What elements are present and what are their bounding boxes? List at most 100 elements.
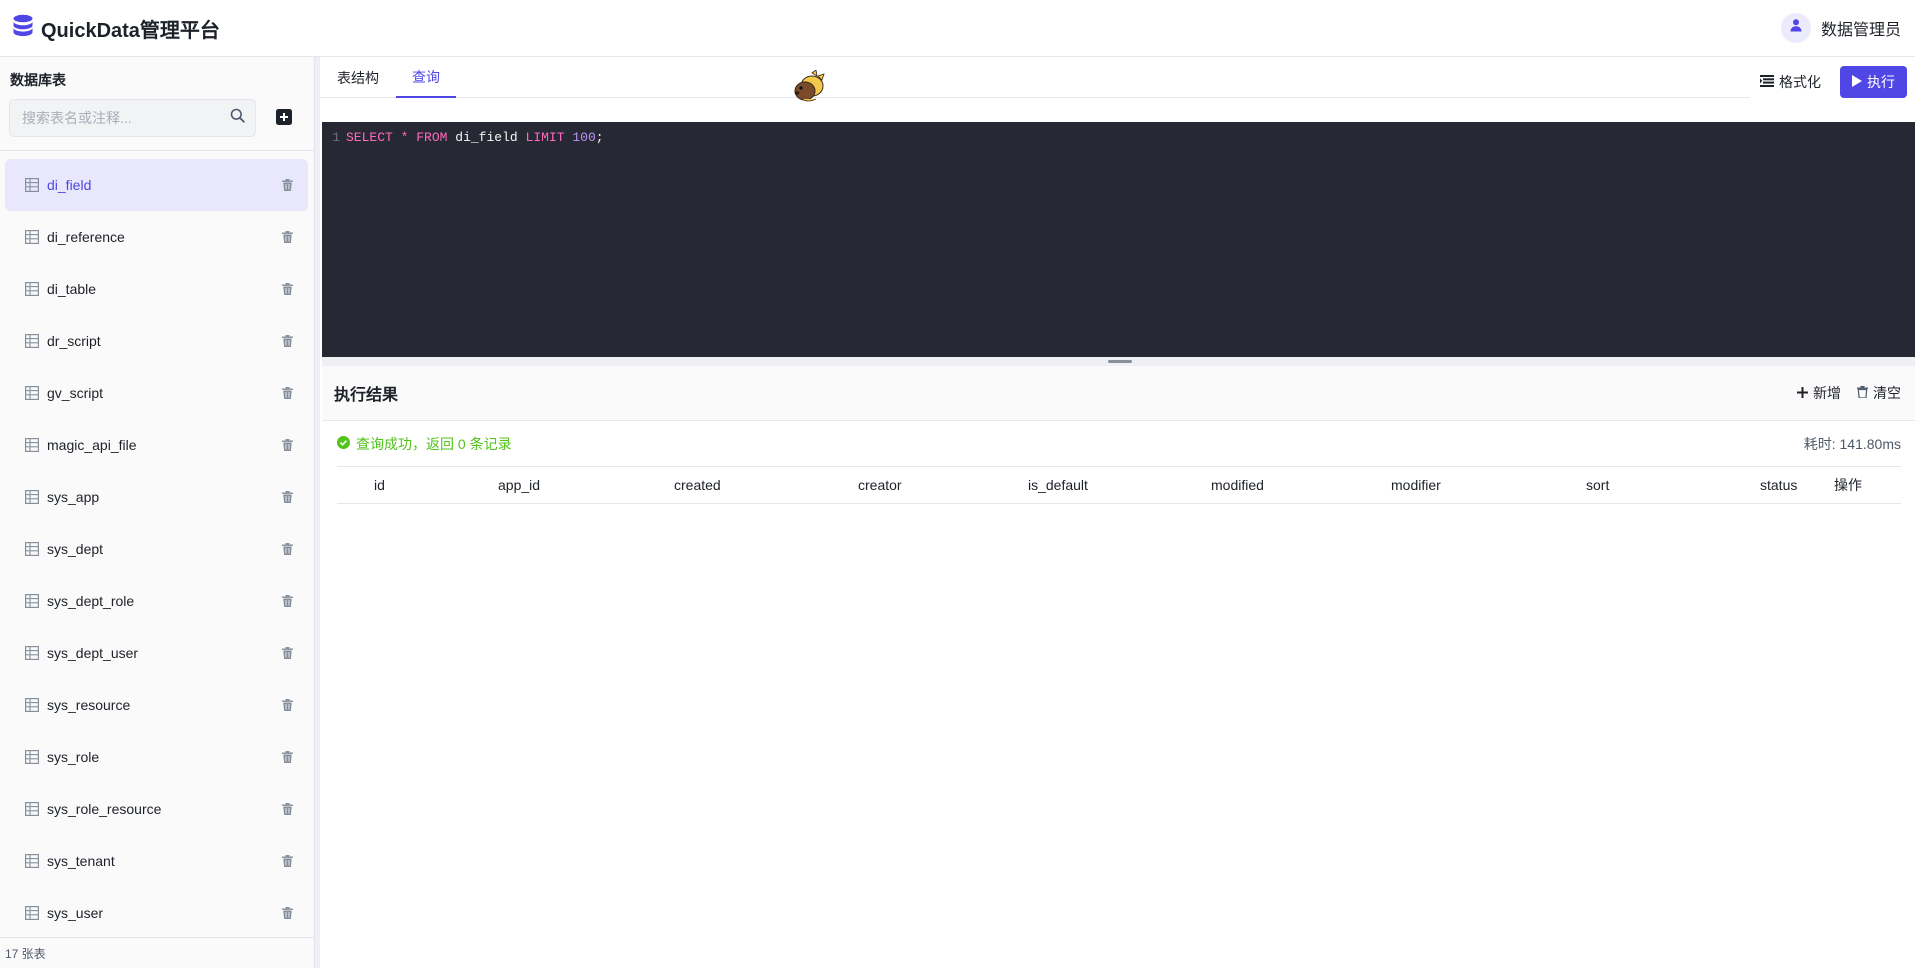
table-icon [25,282,40,297]
delete-table-icon[interactable] [282,750,296,764]
table-list-item[interactable]: sys_tenant [5,835,308,887]
table-list-item[interactable]: di_reference [5,211,308,263]
execute-button[interactable]: 执行 [1840,66,1907,98]
delete-table-icon[interactable] [282,438,296,452]
table-name: sys_tenant [47,853,115,869]
table-name: sys_role [47,749,100,765]
column-header[interactable]: status [1760,467,1797,503]
sql-identifier: di_field [455,130,518,145]
sql-operator: * [400,130,409,145]
table-list-item[interactable]: sys_dept_role [5,575,308,627]
delete-table-icon[interactable] [282,854,296,868]
table-icon [25,542,40,557]
plus-square-icon [274,109,294,131]
table-name: sys_dept_user [47,645,139,661]
table-list-item[interactable]: sys_resource [5,679,308,731]
editor-results-splitter[interactable] [322,357,1915,366]
table-icon [25,750,40,765]
table-list-item[interactable]: gv_script [5,367,308,419]
delete-table-icon[interactable] [282,230,296,244]
avatar[interactable] [1780,13,1811,43]
tab-structure[interactable]: 表结构 [320,57,396,98]
delete-table-icon[interactable] [282,178,296,192]
column-header[interactable]: creator [858,467,902,503]
column-header[interactable]: modified [1211,467,1264,503]
delete-table-icon[interactable] [282,594,296,608]
clear-button[interactable]: 清空 [1857,383,1901,403]
search-box [9,99,256,137]
delete-table-icon[interactable] [282,542,296,556]
splitter-grip[interactable] [1108,360,1132,363]
format-button[interactable]: 格式化 [1760,68,1821,96]
brand[interactable]: QuickData管理平台 [12,14,220,43]
results-title: 执行结果 [334,387,399,404]
table-icon [25,594,40,609]
table-icon [25,854,40,869]
column-header[interactable]: 操作 [1834,467,1862,503]
column-header[interactable]: modifier [1391,467,1441,503]
delete-table-icon[interactable] [282,646,296,660]
user-name: 数据管理员 [1820,22,1901,39]
table-list-item[interactable]: magic_api_file [5,419,308,471]
table-name: di_field [47,177,92,193]
table-list: di_field di_reference di_table dr_script gv_… [5,159,308,934]
execute-label: 执行 [1867,74,1895,90]
tab-bar: 表结构 查询 [320,57,1750,98]
column-header[interactable]: id [374,467,385,503]
table-list-item[interactable]: dr_script [5,315,308,367]
sidebar-title: 数据库表 [10,72,66,88]
sql-editor[interactable]: 1 SELECT * FROM di_field LIMIT 100; [322,122,1915,357]
format-label: 格式化 [1779,74,1821,90]
status-message: 查询成功，返回 0 条记录 [337,434,512,454]
table-icon [25,698,40,713]
table-icon [25,178,40,193]
table-list-item[interactable]: di_table [5,263,308,315]
table-list-item[interactable]: sys_role_resource [5,783,308,835]
app-title: QuickData管理平台 [41,19,220,42]
user-menu[interactable]: 数据管理员 [1780,13,1901,43]
delete-table-icon[interactable] [282,386,296,400]
sql-number: 100 [572,130,596,145]
column-header[interactable]: created [674,467,721,503]
tab-query[interactable]: 查询 [396,57,456,98]
table-name: magic_api_file [47,437,137,453]
table-icon [25,438,40,453]
clear-label: 清空 [1873,385,1901,401]
table-icon [25,230,40,245]
sql-keyword: SELECT [346,130,393,145]
add-row-button[interactable]: 新增 [1797,383,1841,403]
table-list-item[interactable]: sys_app [5,471,308,523]
delete-table-icon[interactable] [282,282,296,296]
table-name: dr_script [47,333,101,349]
table-name: sys_app [47,489,100,505]
column-header[interactable]: app_id [498,467,540,503]
column-header[interactable]: sort [1586,467,1609,503]
table-list-item[interactable]: sys_user [5,887,308,934]
result-table: id app_id created creator is_default mod… [337,466,1901,504]
table-icon [25,334,40,349]
delete-table-icon[interactable] [282,334,296,348]
table-name: sys_user [47,905,104,921]
elapsed-time: 耗时: 141.80ms [1803,436,1901,452]
table-list-item[interactable]: sys_dept [5,523,308,575]
table-icon [25,646,40,661]
delete-table-icon[interactable] [282,802,296,816]
table-list-item[interactable]: sys_dept_user [5,627,308,679]
table-list-item[interactable]: di_field [5,159,308,211]
table-name: gv_script [47,385,104,401]
table-list-item[interactable]: sys_role [5,731,308,783]
delete-table-icon[interactable] [282,906,296,920]
search-input[interactable] [22,110,230,126]
trash-icon [1857,385,1868,401]
delete-table-icon[interactable] [282,490,296,504]
search-icon[interactable] [230,108,245,128]
sidebar-divider [0,150,315,151]
delete-table-icon[interactable] [282,698,296,712]
plus-icon [1797,385,1808,401]
table-name: sys_resource [47,697,131,713]
results-header: 执行结果 新增 清空 [322,366,1915,421]
add-table-button[interactable] [274,107,294,127]
table-name: di_reference [47,229,125,245]
play-icon [1852,74,1862,90]
column-header[interactable]: is_default [1028,467,1088,503]
